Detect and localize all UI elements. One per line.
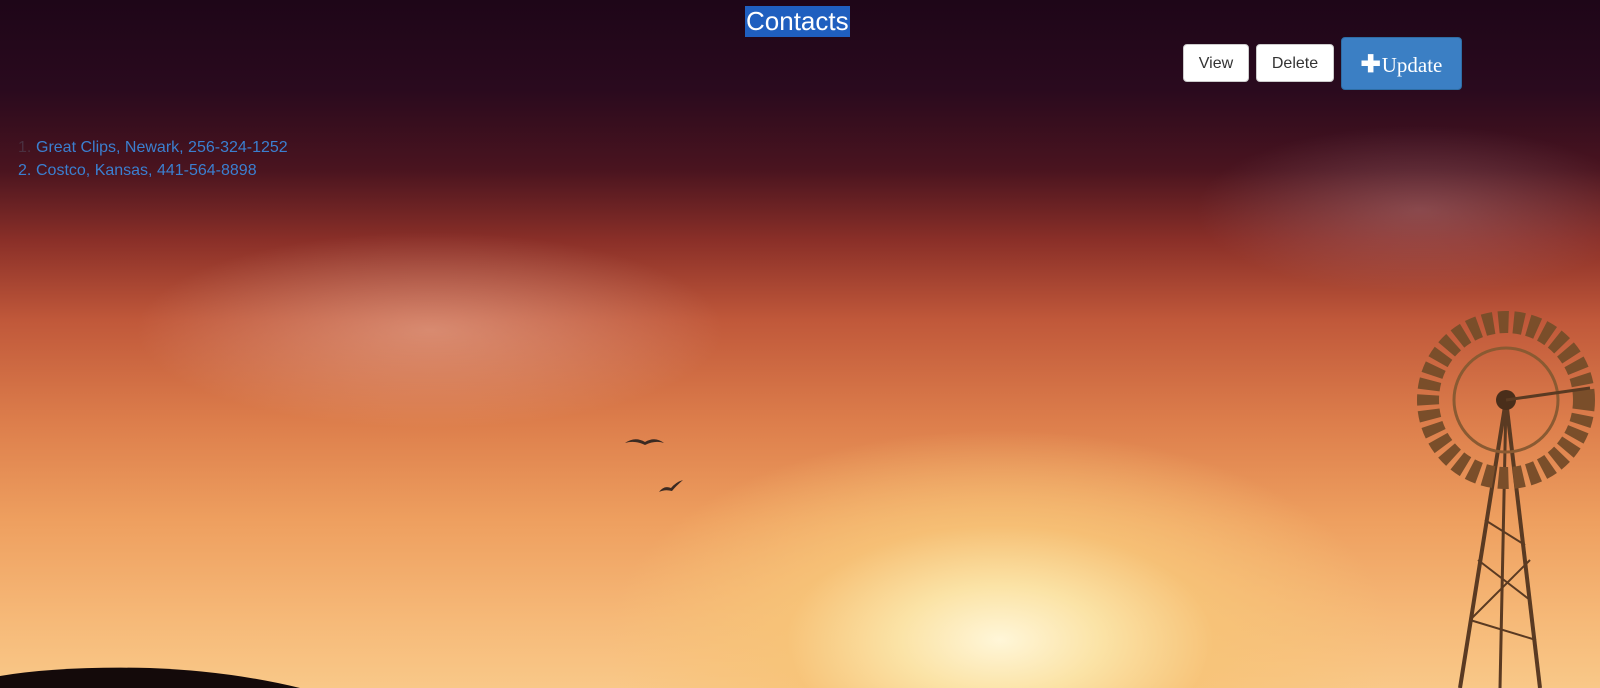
list-item[interactable]: 1. Great Clips, Newark, 256-324-1252: [18, 136, 288, 159]
car-silhouette: [0, 667, 300, 688]
list-item-number: 2.: [18, 162, 32, 179]
plus-icon: ✚: [1360, 51, 1381, 78]
view-button[interactable]: View: [1183, 44, 1249, 82]
update-button[interactable]: ✚Update: [1341, 37, 1462, 90]
contact-link[interactable]: Great Clips, Newark, 256-324-1252: [36, 139, 288, 156]
windmill: [1417, 311, 1595, 688]
page-title: Contacts: [745, 6, 850, 37]
list-item-number: 1.: [18, 139, 32, 156]
update-button-label: Update: [1381, 53, 1443, 77]
background-scene: [0, 311, 1595, 688]
list-item[interactable]: 2. Costco, Kansas, 441-564-8898: [18, 159, 288, 182]
bird-2: [659, 480, 683, 492]
delete-button[interactable]: Delete: [1256, 44, 1334, 82]
contact-link[interactable]: Costco, Kansas, 441-564-8898: [36, 162, 257, 179]
contacts-list: 1. Great Clips, Newark, 256-324-1252 2. …: [18, 136, 288, 182]
bird-1: [625, 439, 664, 445]
